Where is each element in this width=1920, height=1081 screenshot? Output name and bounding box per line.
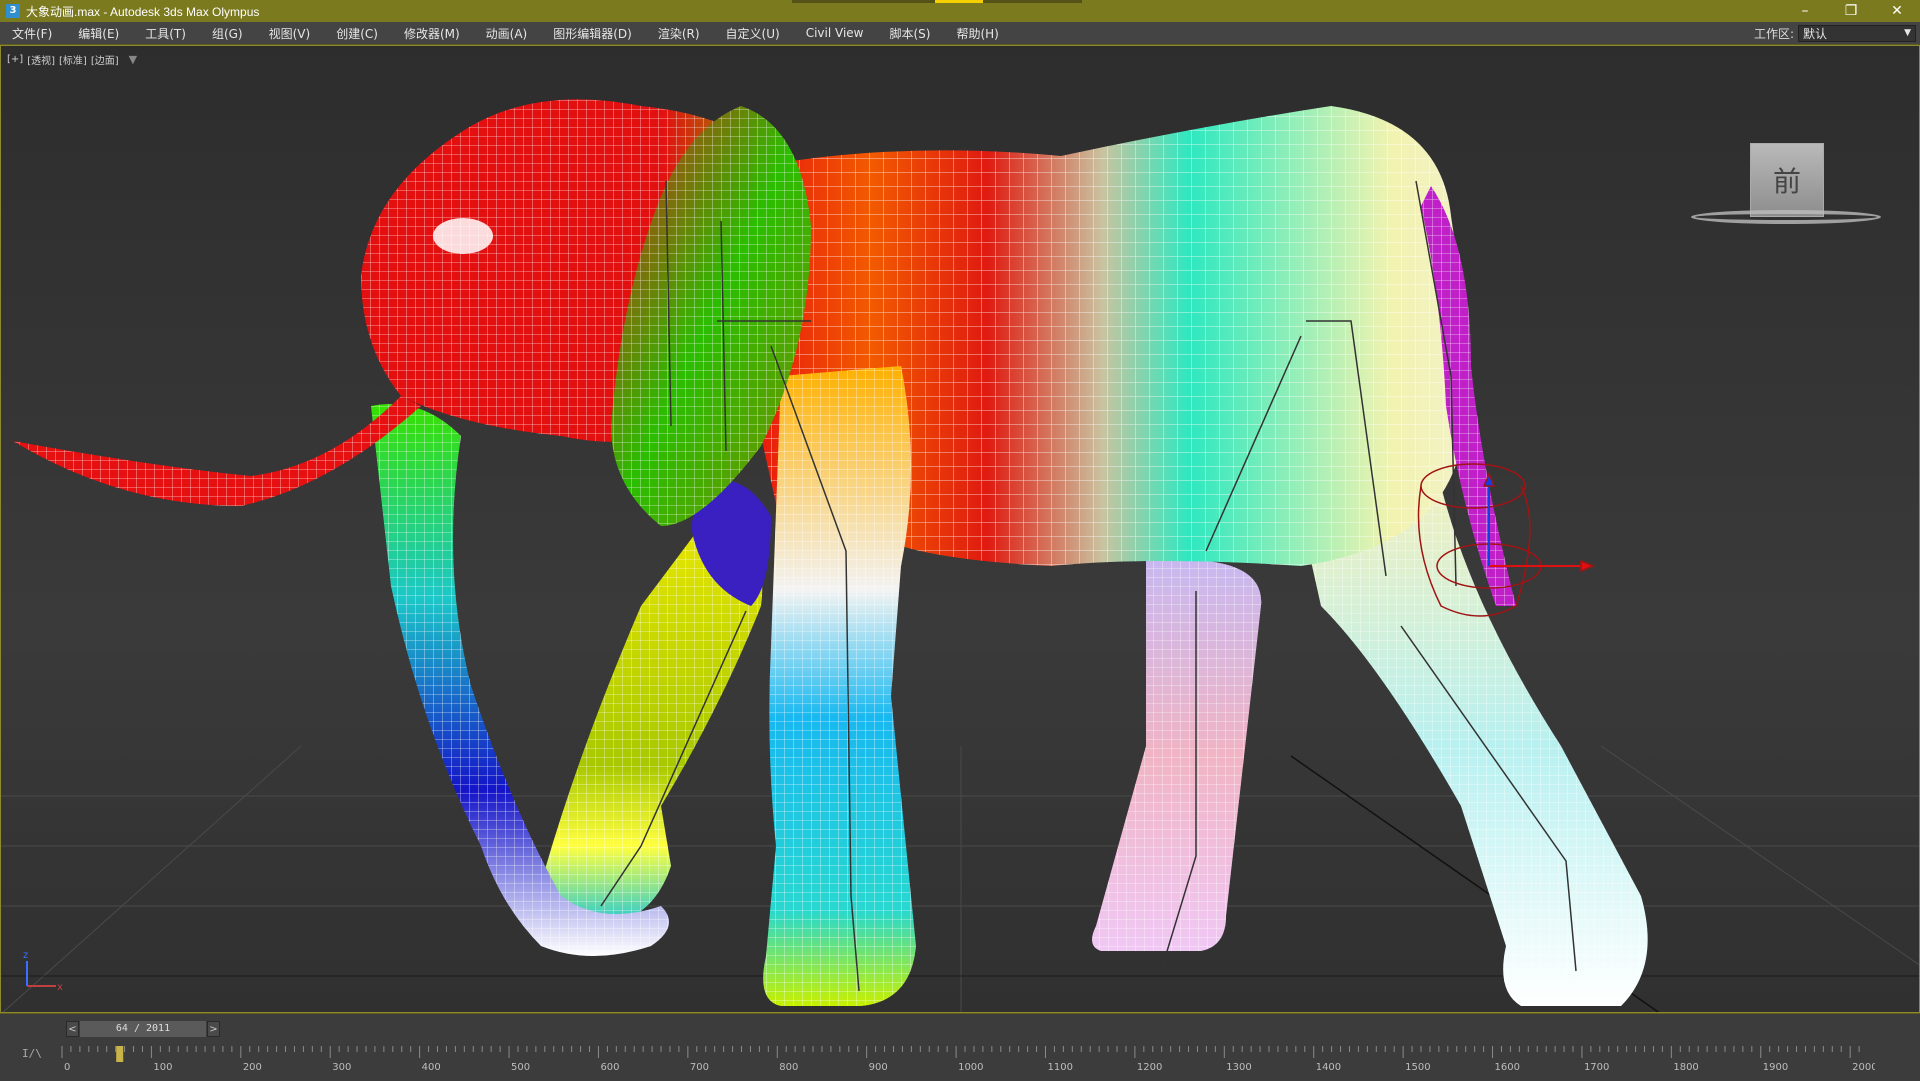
elephant-tusk[interactable] xyxy=(13,396,421,506)
track-tick-label: 300 xyxy=(332,1062,351,1073)
filter-icon[interactable]: ▼ xyxy=(129,53,137,66)
menu-civil-view[interactable]: Civil View xyxy=(793,26,877,40)
track-tick-label: 700 xyxy=(690,1062,709,1073)
track-tick-label: 100 xyxy=(153,1062,172,1073)
track-ticks: 0 100 200 300 400 500 600 700 800 900 1000 1100 1200… xyxy=(61,1046,1875,1073)
workspace-selector: 工作区: 默认 ▼ xyxy=(1754,22,1920,44)
axis-z-label: z xyxy=(23,950,28,961)
elephant-eye xyxy=(433,218,493,254)
track-tick-label: 1200 xyxy=(1137,1062,1162,1073)
track-tick-label: 400 xyxy=(422,1062,441,1073)
axis-x-label: x xyxy=(57,982,63,993)
menu-file[interactable]: 文件(F) xyxy=(0,25,65,42)
track-tick-label: 1000 xyxy=(958,1062,983,1073)
track-tick-label: 1600 xyxy=(1495,1062,1520,1073)
menu-help[interactable]: 帮助(H) xyxy=(943,25,1011,42)
title-accent xyxy=(935,0,983,3)
track-tick-label: 1100 xyxy=(1047,1062,1072,1073)
window-title: 大象动画.max - Autodesk 3ds Max Olympus xyxy=(26,4,260,19)
viewcube[interactable]: 前 xyxy=(1750,143,1824,217)
menu-create[interactable]: 创建(C) xyxy=(323,25,391,42)
track-tick-label: 800 xyxy=(779,1062,798,1073)
track-bar[interactable]: 0 100 200 300 400 500 600 700 800 900 1000 1100 1200… xyxy=(60,1044,1875,1074)
track-tick-label: 600 xyxy=(600,1062,619,1073)
viewport-menu-plus[interactable]: [+] xyxy=(7,54,23,65)
viewcube-compass-ring[interactable] xyxy=(1691,210,1881,224)
chevron-down-icon: ▼ xyxy=(1904,28,1911,38)
menu-modifiers[interactable]: 修改器(M) xyxy=(391,25,473,42)
back-leg-left[interactable] xyxy=(1092,559,1262,951)
track-tick-label: 500 xyxy=(511,1062,530,1073)
viewport-point-of-view[interactable]: [透视] xyxy=(27,52,55,67)
track-tick-label: 0 xyxy=(64,1062,70,1073)
menu-group[interactable]: 组(G) xyxy=(199,25,256,42)
scene-canvas[interactable]: z x xyxy=(1,46,1920,1013)
track-tick-label: 200 xyxy=(243,1062,262,1073)
next-frame-button[interactable]: > xyxy=(207,1021,220,1037)
track-tick-label: 1500 xyxy=(1405,1062,1430,1073)
restore-button[interactable]: ❐ xyxy=(1828,0,1874,22)
menu-bar: 文件(F) 编辑(E) 工具(T) 组(G) 视图(V) 创建(C) 修改器(M… xyxy=(0,22,1920,45)
menu-edit[interactable]: 编辑(E) xyxy=(65,25,132,42)
menu-views[interactable]: 视图(V) xyxy=(256,25,324,42)
track-tick-label: 2000 xyxy=(1852,1062,1875,1073)
title-bar: 3 大象动画.max - Autodesk 3ds Max Olympus – … xyxy=(0,0,1920,22)
perspective-viewport[interactable]: z x [+] [透视] [标准] [边面] ▼ 前 xyxy=(0,45,1920,1013)
menu-scripting[interactable]: 脚本(S) xyxy=(876,25,943,42)
back-leg-right[interactable] xyxy=(1301,486,1648,1006)
time-slider[interactable]: < 64 / 2011 > xyxy=(66,1021,220,1037)
track-tick-label: 900 xyxy=(869,1062,888,1073)
menu-tools[interactable]: 工具(T) xyxy=(132,25,199,42)
track-bar-icon[interactable]: I/\ xyxy=(22,1047,42,1060)
track-tick-label: 1400 xyxy=(1316,1062,1341,1073)
menu-animation[interactable]: 动画(A) xyxy=(473,25,541,42)
front-leg-right[interactable] xyxy=(763,366,916,1006)
frame-counter[interactable]: 64 / 2011 xyxy=(80,1021,206,1037)
track-tick-label: 1800 xyxy=(1673,1062,1698,1073)
workspace-value: 默认 xyxy=(1803,26,1828,41)
current-frame-marker[interactable] xyxy=(116,1046,124,1062)
axis-tripod-icon: z x xyxy=(23,950,63,993)
window-controls: – ❐ ✕ xyxy=(1782,0,1920,22)
track-tick-label: 1900 xyxy=(1763,1062,1788,1073)
menu-customize[interactable]: 自定义(U) xyxy=(713,25,793,42)
viewport-edged-faces[interactable]: [边面] xyxy=(91,52,119,67)
timeline-panel: < 64 / 2011 > I/\ 0 100 200 300 400 500 600 700… xyxy=(0,1013,1920,1081)
viewport-shading-standard[interactable]: [标准] xyxy=(59,52,87,67)
viewcube-face-label: 前 xyxy=(1772,165,1801,198)
menu-rendering[interactable]: 渲染(R) xyxy=(645,25,713,42)
menu-graph-editors[interactable]: 图形编辑器(D) xyxy=(540,25,645,42)
viewport-labels: [+] [透视] [标准] [边面] ▼ xyxy=(7,52,137,67)
workspace-dropdown[interactable]: 默认 ▼ xyxy=(1798,24,1916,42)
minimize-button[interactable]: – xyxy=(1782,0,1828,22)
previous-frame-button[interactable]: < xyxy=(66,1021,79,1037)
workspace-label: 工作区: xyxy=(1753,26,1794,41)
track-tick-label: 1300 xyxy=(1226,1062,1251,1073)
3ds-max-icon[interactable]: 3 xyxy=(6,4,20,18)
track-tick-label: 1700 xyxy=(1584,1062,1609,1073)
close-button[interactable]: ✕ xyxy=(1874,0,1920,22)
